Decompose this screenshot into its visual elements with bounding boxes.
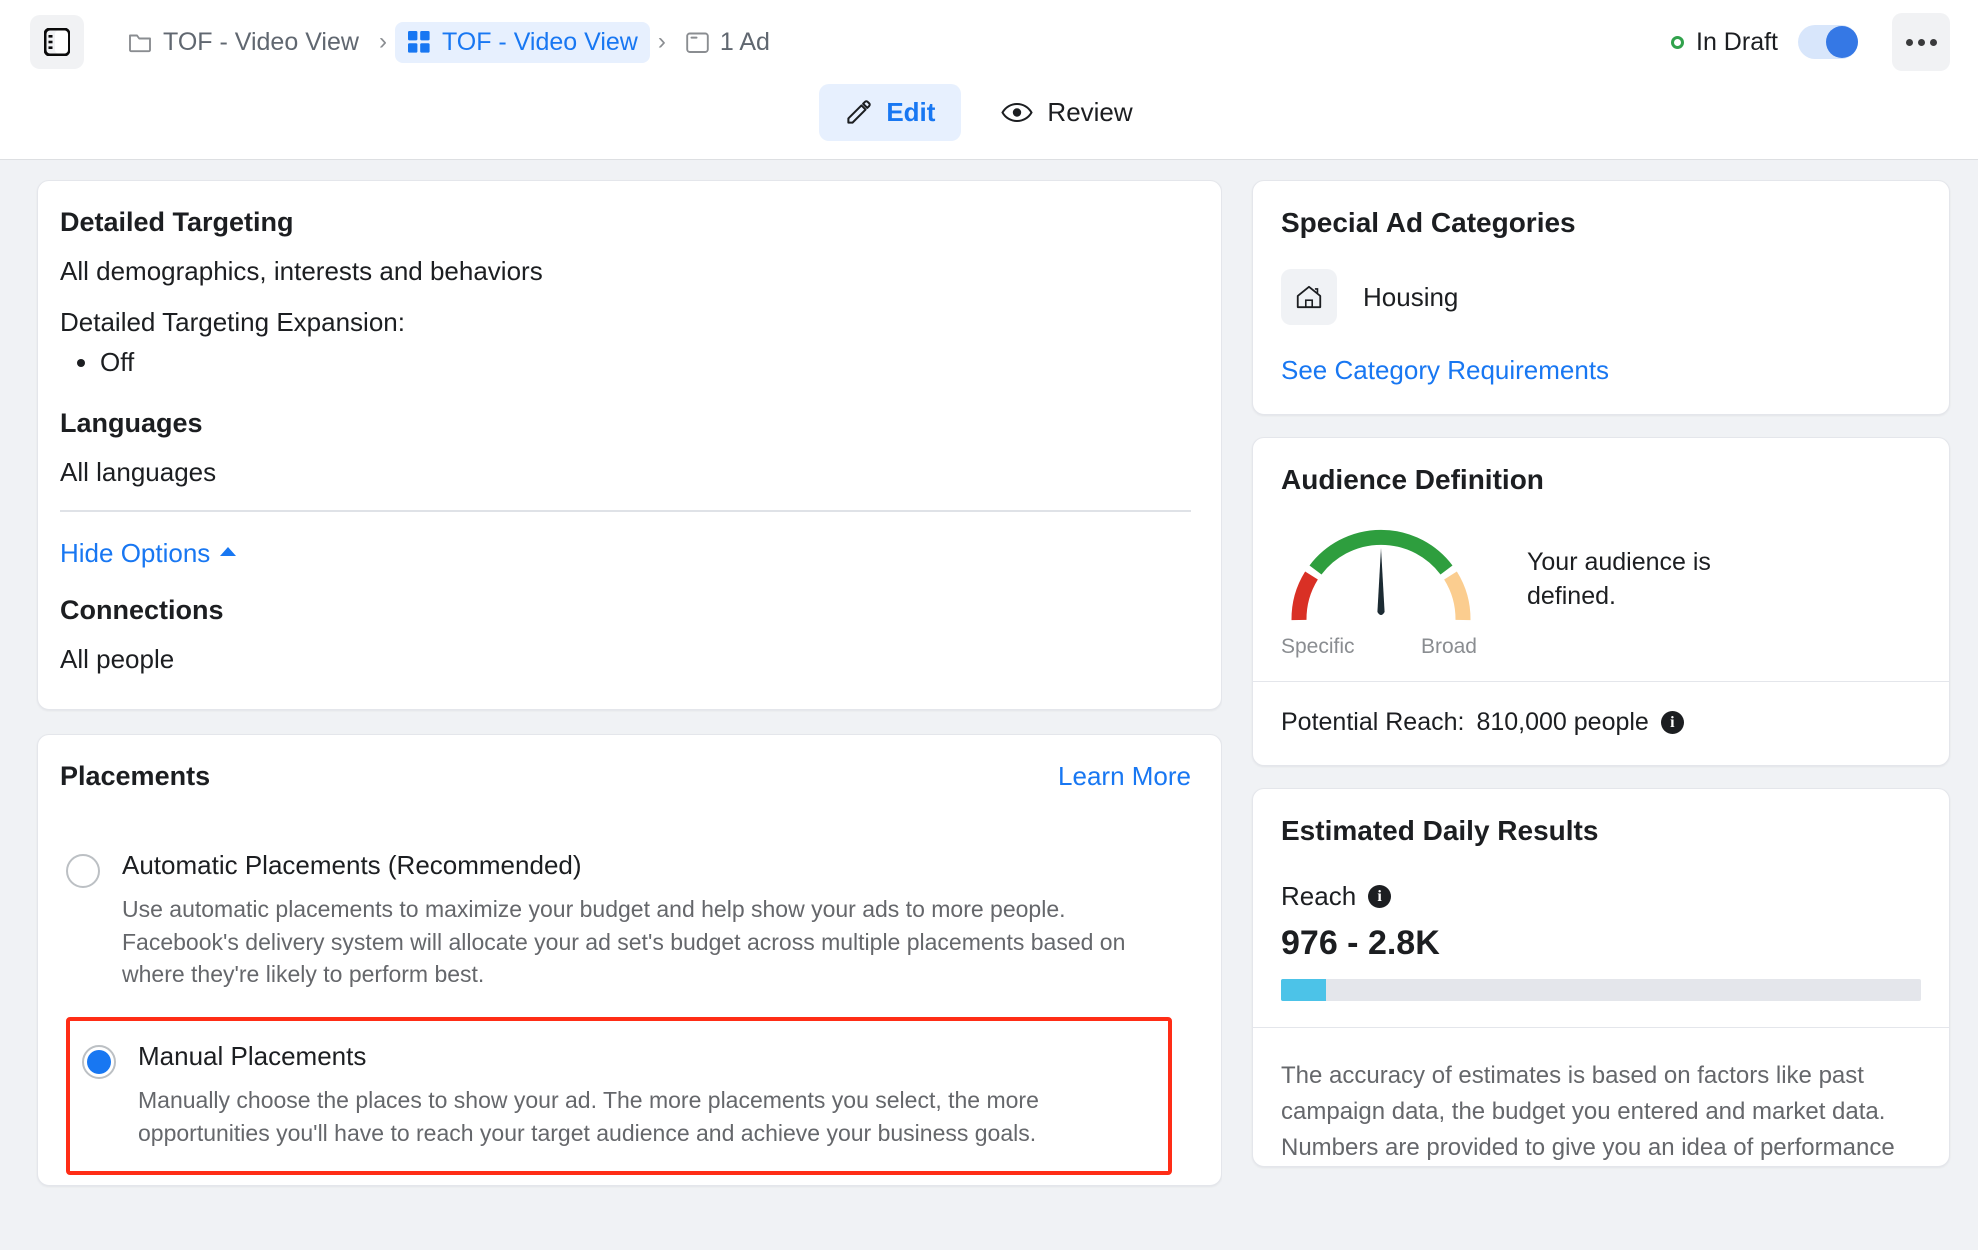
detailed-targeting-title: Detailed Targeting: [60, 207, 294, 237]
reach-progress-bar: [1281, 979, 1921, 1001]
breadcrumb-separator: ›: [657, 28, 666, 55]
connections-title: Connections: [60, 594, 224, 625]
gauge-label-specific: Specific: [1281, 635, 1355, 658]
estimates-accuracy-note: The accuracy of estimates is based on fa…: [1281, 1062, 1895, 1161]
pencil-icon: [847, 100, 872, 124]
breadcrumb-label: TOF - Video View: [441, 27, 638, 56]
connections-value: All people: [60, 643, 175, 674]
breadcrumb: TOF - Video View › TOF - Video View › 1 …: [116, 21, 782, 63]
hide-options-label: Hide Options: [60, 537, 211, 568]
panel-layout-icon: [44, 28, 70, 56]
special-ad-category-row: Housing: [1281, 269, 1921, 325]
reach-metric-value: 976 - 2.8K: [1281, 924, 1440, 962]
manual-placements-radio[interactable]: [82, 1044, 116, 1079]
house-icon: [1296, 285, 1322, 309]
info-icon[interactable]: i: [1660, 711, 1684, 734]
potential-reach-row: Potential Reach: 810,000 people i: [1281, 708, 1921, 737]
audience-gauge-block: Specific Broad Your audience is defined.: [1281, 520, 1921, 659]
tab-label: Review: [1047, 97, 1133, 127]
reach-progress-fill: [1281, 979, 1326, 1001]
reach-metric-label-row: Reach i: [1281, 881, 1921, 912]
audience-definition-note: Your audience is defined.: [1527, 548, 1711, 610]
placements-header: Placements Learn More: [60, 761, 1191, 792]
ellipsis-icon: [1905, 38, 1913, 46]
chevron-up-icon: [220, 547, 237, 557]
tab-edit[interactable]: Edit: [819, 84, 962, 141]
see-category-requirements-link[interactable]: See Category Requirements: [1281, 355, 1921, 386]
house-icon-wrapper: [1281, 269, 1337, 325]
audience-card: Detailed Targeting All demographics, int…: [37, 180, 1222, 710]
manual-placements-description: Manually choose the places to show your …: [138, 1087, 1039, 1146]
languages-title: Languages: [60, 407, 203, 438]
status-label: In Draft: [1696, 27, 1778, 56]
audience-gauge-icon: [1291, 529, 1471, 621]
grid-icon: [407, 31, 430, 53]
top-bar-right-controls: In Draft: [1671, 13, 1950, 71]
panel-divider: [1253, 681, 1949, 682]
sidebar-toggle-button[interactable]: [30, 15, 84, 69]
targeting-expansion-label: Detailed Targeting Expansion:: [60, 307, 405, 337]
breadcrumb-item-campaign[interactable]: TOF - Video View: [116, 22, 371, 63]
tab-review[interactable]: Review: [975, 84, 1158, 141]
summary-column: Special Ad Categories Housing See Catego…: [1222, 160, 1978, 1249]
reach-metric-label: Reach: [1281, 881, 1357, 911]
potential-reach-value: 810,000 people: [1476, 708, 1649, 736]
settings-column: Detailed Targeting All demographics, int…: [0, 160, 1222, 1249]
ellipsis-icon: [1929, 38, 1937, 46]
breadcrumb-label: TOF - Video View: [163, 27, 359, 56]
automatic-placements-label: Automatic Placements (Recommended): [122, 849, 582, 880]
folder-icon: [129, 34, 151, 53]
placements-title: Placements: [60, 760, 211, 791]
status-badge: In Draft: [1671, 28, 1778, 57]
hide-options-link[interactable]: Hide Options: [60, 537, 237, 569]
activate-toggle[interactable]: [1798, 25, 1858, 59]
breadcrumb-separator: ›: [378, 28, 387, 55]
potential-reach-label: Potential Reach:: [1281, 708, 1465, 736]
manual-placements-highlight: Manual Placements Manually choose the pl…: [66, 1016, 1172, 1176]
breadcrumb-item-adset[interactable]: TOF - Video View: [394, 21, 650, 63]
eye-icon: [1001, 102, 1034, 123]
ad-window-icon: [686, 32, 709, 53]
section-divider: [60, 509, 1191, 512]
page-body: Detailed Targeting All demographics, int…: [0, 160, 1978, 1249]
special-ad-categories-title: Special Ad Categories: [1281, 207, 1576, 238]
targeting-expansion-list: Off: [100, 344, 1191, 382]
more-options-button[interactable]: [1892, 13, 1950, 71]
special-ad-category-label: Housing: [1363, 281, 1459, 312]
automatic-placements-radio[interactable]: [66, 853, 100, 888]
manual-placements-option[interactable]: Manual Placements Manually choose the pl…: [82, 1037, 1150, 1150]
top-bar: TOF - Video View › TOF - Video View › 1 …: [0, 0, 1978, 84]
ellipsis-icon: [1917, 38, 1925, 46]
breadcrumb-item-ad[interactable]: 1 Ad: [674, 22, 782, 63]
audience-definition-panel: Audience Definition Specific Broad Your …: [1252, 437, 1950, 766]
list-item: Off: [100, 344, 1191, 382]
gauge-label-broad: Broad: [1420, 635, 1477, 658]
estimated-daily-results-panel: Estimated Daily Results Reach i 976 - 2.…: [1252, 788, 1950, 1167]
automatic-placements-option[interactable]: Automatic Placements (Recommended) Use a…: [60, 846, 1191, 991]
tab-label: Edit: [886, 97, 936, 127]
audience-gauge: Specific Broad: [1281, 520, 1511, 659]
special-ad-categories-panel: Special Ad Categories Housing See Catego…: [1252, 180, 1950, 415]
detailed-targeting-value: All demographics, interests and behavior…: [60, 256, 543, 286]
learn-more-link[interactable]: Learn More: [1058, 761, 1191, 792]
info-icon[interactable]: i: [1368, 885, 1392, 908]
panel-divider: [1253, 1027, 1949, 1028]
manual-placements-label: Manual Placements: [138, 1040, 367, 1071]
breadcrumb-label: 1 Ad: [719, 27, 770, 56]
automatic-placements-description: Use automatic placements to maximize you…: [122, 895, 1126, 988]
mode-tab-bar: Edit Review: [0, 84, 1978, 160]
audience-definition-title: Audience Definition: [1281, 464, 1544, 495]
placements-card: Placements Learn More Automatic Placemen…: [37, 733, 1222, 1187]
estimated-daily-results-title: Estimated Daily Results: [1281, 815, 1599, 846]
toggle-knob: [1826, 26, 1858, 58]
audience-gauge-labels: Specific Broad: [1281, 635, 1481, 659]
status-dot-icon: [1671, 35, 1685, 49]
languages-value: All languages: [60, 456, 217, 487]
